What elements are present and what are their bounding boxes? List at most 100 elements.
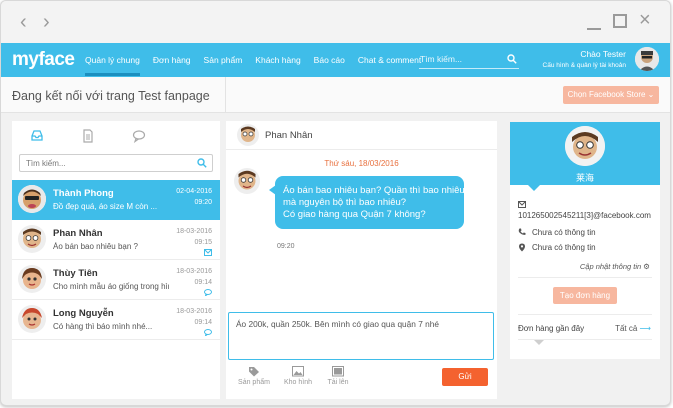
products-tool-label: Sản phẩm [238, 379, 270, 386]
menu-item-orders[interactable]: Đơn hàng [153, 43, 191, 77]
list-item[interactable]: Long Nguyễn Có hàng thì báo mình nhé... … [12, 300, 220, 340]
list-item[interactable]: Phan Nhân Áo bán bao nhiêu bạn ? 18-03-2… [12, 220, 220, 260]
contact-name: Long Nguyễn [53, 308, 114, 319]
update-info-label: Cập nhật thông tin [579, 262, 642, 271]
maximize-icon[interactable] [613, 14, 627, 28]
phone-icon [518, 228, 526, 235]
message-date: 18-03-2016 [176, 308, 212, 315]
message-line: mà nguyên bộ thì bao nhiêu? [283, 197, 407, 208]
update-info-link[interactable]: Cập nhật thông tin ⚙ [580, 262, 650, 271]
envelope-icon [518, 201, 526, 208]
customer-name: 莱海 [575, 173, 594, 183]
user-greeting: Chào Tester [580, 49, 626, 59]
avatar [234, 168, 260, 194]
tag-icon [249, 367, 259, 377]
conversation-search-input[interactable]: Tìm kiếm... [19, 154, 213, 172]
upload-image-icon [332, 366, 344, 377]
customer-profile-header: 莱海 [510, 122, 660, 185]
avatar [18, 225, 46, 253]
message-timestamp: 09:20 [277, 243, 295, 250]
divider [518, 277, 652, 278]
forward-arrow-icon[interactable]: › [43, 12, 50, 32]
message-preview: Áo bán bao nhiêu bạn ? [53, 242, 138, 251]
gallery-tool-label: Kho hình [283, 379, 313, 386]
chat-contact-name: Phan Nhân [265, 130, 313, 141]
view-all-orders-link[interactable]: Tất cả ⟶ [615, 324, 651, 333]
close-icon[interactable]: × [639, 10, 651, 30]
arrow-right-icon: ⟶ [639, 324, 651, 333]
inbox-icon[interactable] [30, 129, 44, 143]
avatar[interactable] [635, 47, 659, 71]
store-button-label: Chọn Facebook Store [567, 90, 646, 99]
create-order-button[interactable]: Tạo đơn hàng [553, 287, 617, 304]
contact-name: Thành Phong [53, 188, 114, 199]
top-search-placeholder: Tìm kiếm... [420, 54, 463, 64]
profile-notch [528, 185, 540, 191]
conversation-search-placeholder: Tìm kiếm... [26, 159, 66, 168]
contact-name: Thùy Tiên [53, 268, 98, 279]
upload-tool-button[interactable]: Tải lên [316, 366, 360, 386]
page-title: Đang kết nối với trang Test fanpage [12, 89, 210, 103]
list-item[interactable]: Thùy Tiên Cho mình mẫu áo giống trong hì… [12, 260, 220, 300]
location-pin-icon [519, 243, 525, 252]
customer-email-row: 101265002545211[3]@facebook.com [518, 201, 658, 221]
recent-orders-heading: Đơn hàng gần đây [518, 324, 585, 333]
message-time: 09:20 [194, 199, 212, 206]
message-date: 18-03-2016 [176, 268, 212, 275]
document-icon[interactable] [81, 129, 95, 143]
customer-info-panel: 莱海 101265002545211[3]@facebook.com Chưa … [510, 122, 660, 359]
send-button[interactable]: Gửi [442, 368, 488, 386]
avatar [237, 124, 259, 146]
menu-item-customers[interactable]: Khách hàng [255, 43, 300, 77]
avatar [565, 126, 605, 166]
products-tool-button[interactable]: Sản phẩm [232, 366, 276, 386]
chat-icon [204, 289, 212, 296]
logo[interactable]: myface [12, 49, 75, 71]
message-preview: Đồ đẹp quá, áo size M còn ... [53, 202, 158, 211]
menu-item-chat-comment[interactable]: Chat & comment [358, 43, 421, 77]
back-arrow-icon[interactable]: ‹ [20, 12, 27, 32]
message-preview: Cho mình mẫu áo giống trong hình... [53, 282, 169, 291]
user-menu[interactable]: Chào Tester Cấu hình & quản lý tài khoản [543, 49, 626, 69]
message-compose-input[interactable]: Áo 200k, quần 250k. Bên mình có giao qua… [228, 312, 494, 360]
top-navigation-bar: myface Quản lý chung Đơn hàng Sản phẩm K… [1, 43, 670, 77]
menu-item-products[interactable]: Sản phẩm [204, 43, 243, 77]
menu-item-overview[interactable]: Quản lý chung [85, 43, 140, 77]
chat-icon [204, 329, 212, 336]
main-menu: Quản lý chung Đơn hàng Sản phẩm Khách hà… [85, 43, 434, 77]
avatar [18, 305, 46, 333]
page-header: Đang kết nối với trang Test fanpage Chọn… [1, 77, 670, 113]
message-line: Áo bán bao nhiêu bạn? Quần thì bao nhiêu… [283, 185, 470, 196]
gallery-tool-button[interactable]: Kho hình [276, 366, 320, 386]
chat-panel: Phan Nhân Thứ sáu, 18/03/2016 Áo bán bao… [226, 121, 497, 399]
search-icon[interactable] [197, 158, 207, 168]
header-divider [225, 77, 226, 113]
message-line: Có giao hàng qua Quận 7 không? [283, 209, 426, 220]
search-icon[interactable] [507, 54, 517, 64]
message-preview: Có hàng thì báo mình nhé... [53, 322, 153, 331]
upload-tool-label: Tải lên [327, 379, 349, 386]
mail-icon [204, 249, 212, 256]
orders-notch [534, 340, 544, 345]
list-item[interactable]: Thành Phong Đồ đẹp quá, áo size M còn ..… [12, 180, 220, 220]
avatar [18, 185, 46, 213]
minimize-icon[interactable] [587, 14, 601, 30]
conversation-list-panel: Tìm kiếm... Thành Phong Đồ đẹp quá, áo s… [12, 121, 220, 399]
compose-text: Áo 200k, quần 250k. Bên mình có giao qua… [236, 319, 439, 329]
customer-phone: Chưa có thông tin [532, 228, 596, 237]
account-settings-link[interactable]: Cấu hình & quản lý tài khoản [543, 62, 626, 69]
choose-facebook-store-button[interactable]: Chọn Facebook Store ⌄ [563, 86, 659, 104]
conversation-tabs [12, 121, 220, 149]
chat-date-separator: Thứ sáu, 18/03/2016 [324, 159, 399, 168]
menu-item-reports[interactable]: Báo cáo [314, 43, 345, 77]
chevron-down-icon: ⌄ [647, 90, 655, 99]
top-search-input[interactable]: Tìm kiếm... [419, 51, 519, 69]
message-time: 09:15 [194, 239, 212, 246]
message-time: 09:14 [194, 319, 212, 326]
avatar [18, 265, 46, 293]
message-date: 18-03-2016 [176, 228, 212, 235]
app-window: ‹ › × myface Quản lý chung Đơn hàng Sản … [0, 0, 671, 406]
gear-icon: ⚙ [643, 262, 650, 271]
comment-icon[interactable] [132, 129, 146, 143]
contact-name: Phan Nhân [53, 228, 103, 239]
